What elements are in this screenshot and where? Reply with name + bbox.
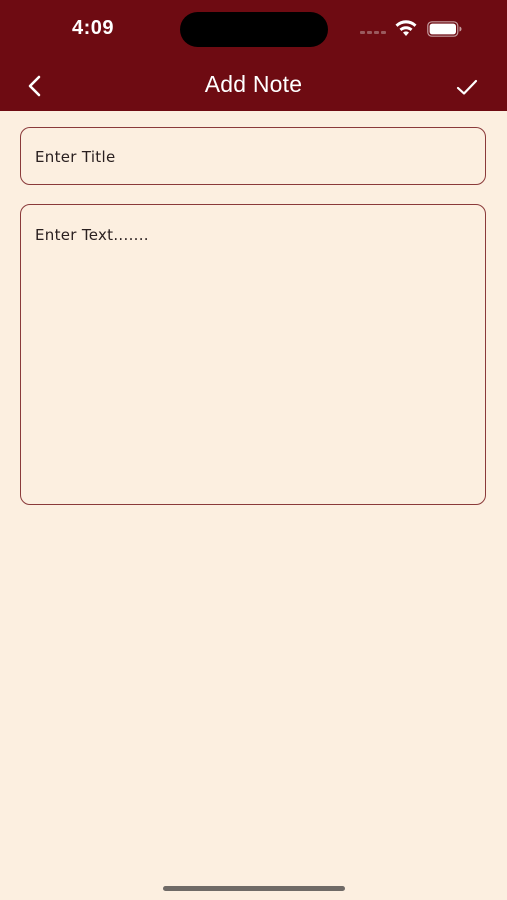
wifi-icon: [395, 20, 417, 36]
checkmark-icon: [456, 79, 478, 95]
title-input[interactable]: Enter Title: [20, 127, 486, 185]
dynamic-island: [180, 12, 328, 47]
battery-icon: [427, 21, 462, 37]
page-title: Add Note: [204, 71, 303, 97]
note-text-area[interactable]: Enter Text.......: [20, 204, 486, 505]
save-note-button[interactable]: [455, 76, 479, 98]
note-text-placeholder: Enter Text.......: [35, 226, 149, 244]
title-input-placeholder: Enter Title: [35, 148, 116, 166]
status-time: 4:09: [72, 17, 115, 39]
cellular-signal-icon: [360, 31, 386, 35]
top-header: 4:09 Add Note: [0, 0, 507, 111]
home-indicator[interactable]: [163, 886, 345, 891]
